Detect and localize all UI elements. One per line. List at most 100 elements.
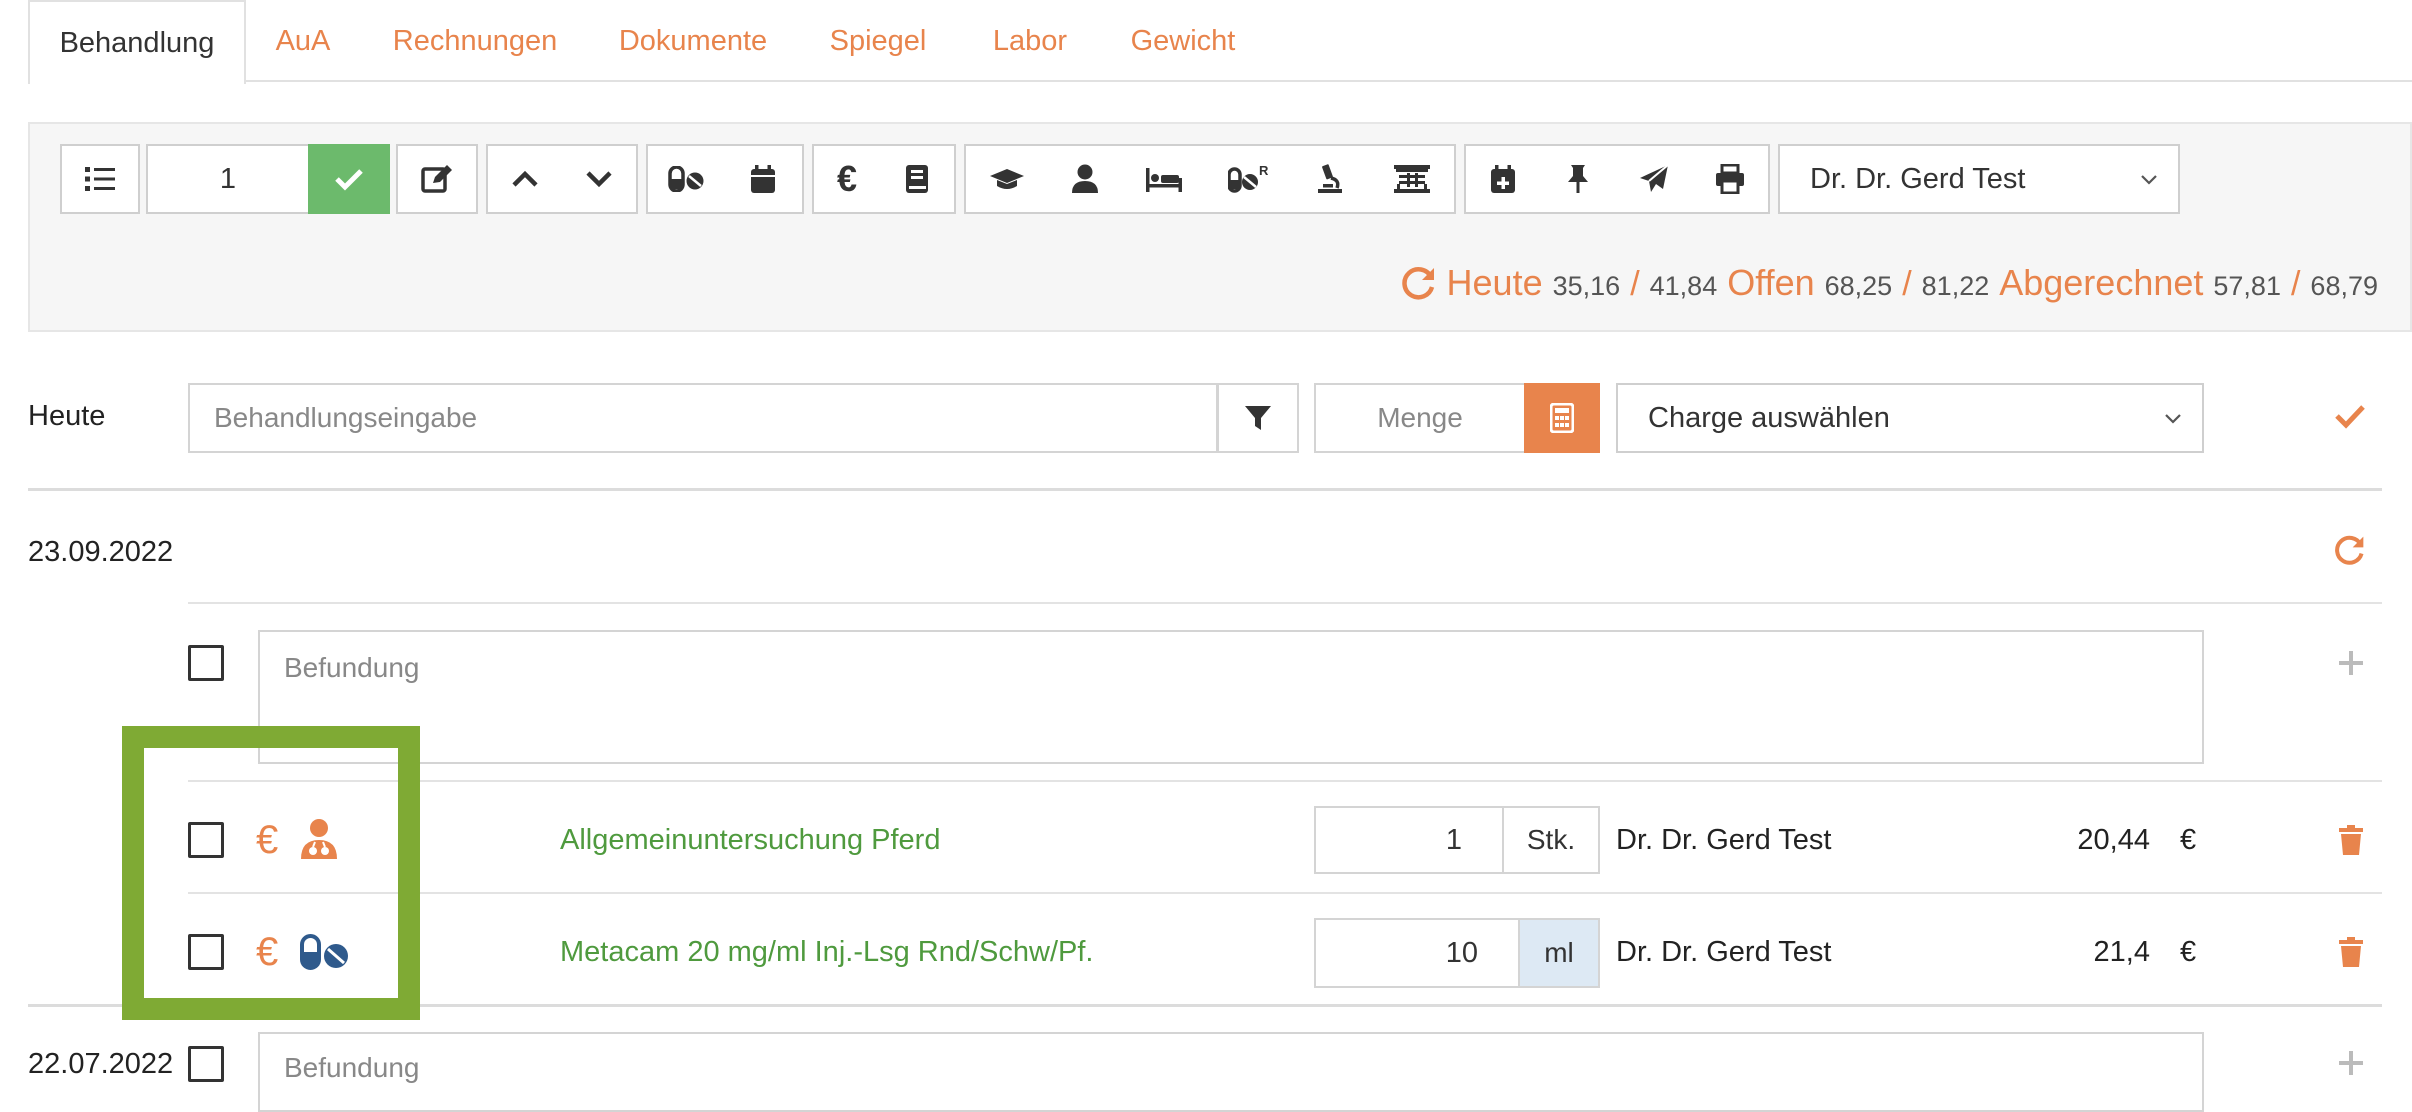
divider bbox=[188, 780, 2382, 782]
print-button[interactable] bbox=[1692, 144, 1770, 214]
move-down-button[interactable] bbox=[562, 144, 638, 214]
check-icon bbox=[2335, 405, 2365, 429]
microscope-icon bbox=[1318, 164, 1342, 193]
divider bbox=[188, 892, 2382, 894]
print-icon bbox=[1716, 164, 1744, 194]
plus-icon bbox=[2339, 651, 2363, 675]
befund-textarea[interactable]: Befundung bbox=[258, 1032, 2204, 1112]
befund-checkbox[interactable] bbox=[188, 645, 224, 681]
abgerechnet-value-net: 57,81 bbox=[2213, 271, 2281, 301]
prescription-pills-icon: R bbox=[1228, 164, 1268, 193]
user-icon bbox=[1072, 164, 1098, 193]
row-quantity-input[interactable]: 1 bbox=[1314, 806, 1504, 874]
refresh-icon[interactable] bbox=[1401, 265, 1437, 301]
row-doctor: Dr. Dr. Gerd Test bbox=[1616, 936, 1832, 968]
tab-rechnungen[interactable]: Rechnungen bbox=[382, 0, 568, 82]
reload-section-button[interactable] bbox=[2334, 534, 2366, 566]
abgerechnet-label: Abgerechnet bbox=[1999, 262, 2204, 303]
offen-value-net: 68,25 bbox=[1824, 271, 1893, 301]
tab-behandlung[interactable]: Behandlung bbox=[28, 0, 246, 84]
prescription-button[interactable]: R bbox=[1206, 144, 1292, 214]
cash-register-button[interactable] bbox=[1370, 144, 1456, 214]
education-button[interactable] bbox=[964, 144, 1050, 214]
lab-button[interactable] bbox=[1290, 144, 1372, 214]
bed-icon bbox=[1146, 168, 1182, 192]
row-doctor: Dr. Dr. Gerd Test bbox=[1616, 824, 1832, 856]
treatment-input[interactable]: Behandlungseingabe bbox=[188, 383, 1218, 453]
charge-select-value: Charge auswählen bbox=[1648, 401, 1890, 434]
submit-entry-button[interactable] bbox=[2334, 403, 2366, 429]
trash-icon bbox=[2339, 937, 2363, 967]
item-name[interactable]: Allgemeinuntersuchung Pferd bbox=[560, 824, 940, 857]
refresh-icon bbox=[2335, 535, 2364, 565]
medication-button[interactable] bbox=[646, 144, 726, 214]
row-unit: Stk. bbox=[1502, 806, 1600, 874]
charge-select[interactable]: Charge auswählen bbox=[1616, 383, 2204, 453]
edit-button[interactable] bbox=[396, 144, 478, 214]
pin-button[interactable] bbox=[1540, 144, 1618, 214]
divider bbox=[188, 602, 2382, 604]
calculator-button[interactable] bbox=[1524, 383, 1600, 453]
offen-value-gross: 81,22 bbox=[1921, 271, 1990, 301]
confirm-button[interactable] bbox=[308, 144, 390, 214]
section-date: 23.09.2022 bbox=[28, 536, 174, 568]
heute-value-gross: 41,84 bbox=[1649, 271, 1718, 301]
calculator-icon bbox=[1550, 403, 1574, 433]
row-quantity-input[interactable]: 10 bbox=[1314, 918, 1520, 988]
check-icon bbox=[335, 169, 363, 191]
filter-icon bbox=[1245, 406, 1271, 430]
row-price: 21,4 bbox=[2093, 936, 2150, 968]
graduation-cap-icon bbox=[990, 169, 1024, 189]
delete-row-button[interactable] bbox=[2338, 824, 2364, 856]
highlight-frame bbox=[122, 726, 420, 1020]
separator: / bbox=[1902, 265, 1912, 303]
client-button[interactable] bbox=[1048, 144, 1124, 214]
plus-icon bbox=[2339, 1051, 2363, 1075]
chevron-down-icon bbox=[586, 171, 612, 188]
heute-label: Heute bbox=[1446, 262, 1543, 303]
pin-icon bbox=[1568, 165, 1588, 193]
delete-row-button[interactable] bbox=[2338, 936, 2364, 968]
entry-date-label: Heute bbox=[28, 400, 106, 432]
trash-icon bbox=[2339, 825, 2363, 855]
row-price: 20,44 bbox=[2077, 824, 2150, 856]
billing-button[interactable]: € bbox=[812, 144, 882, 214]
book-icon bbox=[906, 165, 928, 193]
quantity-field[interactable]: Menge bbox=[1314, 383, 1526, 453]
befund-checkbox[interactable] bbox=[188, 1046, 224, 1082]
tab-aua[interactable]: AuA bbox=[262, 0, 344, 82]
tab-dokumente[interactable]: Dokumente bbox=[606, 0, 780, 82]
edit-icon bbox=[421, 165, 452, 193]
separator: / bbox=[1630, 265, 1640, 303]
separator: / bbox=[2290, 265, 2301, 303]
cash-register-icon bbox=[1394, 165, 1430, 193]
calendar-icon bbox=[751, 165, 775, 193]
inpatient-button[interactable] bbox=[1122, 144, 1208, 214]
move-up-button[interactable] bbox=[486, 144, 564, 214]
row-currency: € bbox=[2180, 936, 2197, 968]
add-befund-button[interactable] bbox=[2338, 1050, 2364, 1076]
tab-spiegel[interactable]: Spiegel bbox=[822, 0, 934, 82]
doctor-select[interactable]: Dr. Dr. Gerd Test bbox=[1778, 144, 2180, 214]
add-befund-button[interactable] bbox=[2338, 650, 2364, 676]
appointment-button[interactable] bbox=[1464, 144, 1542, 214]
item-name[interactable]: Metacam 20 mg/ml Inj.-Lsg Rnd/Schw/Pf. bbox=[560, 936, 1093, 969]
offen-label: Offen bbox=[1727, 262, 1815, 303]
send-icon bbox=[1640, 164, 1669, 192]
befund-textarea[interactable]: Befundung bbox=[258, 630, 2204, 764]
list-icon bbox=[85, 167, 115, 191]
filter-button[interactable] bbox=[1217, 383, 1299, 453]
tab-gewicht[interactable]: Gewicht bbox=[1124, 0, 1242, 82]
tab-labor[interactable]: Labor bbox=[980, 0, 1080, 82]
chevron-down-icon bbox=[2165, 414, 2181, 424]
heute-value-net: 35,16 bbox=[1552, 271, 1621, 301]
list-button[interactable] bbox=[60, 144, 140, 214]
chevron-up-icon bbox=[512, 170, 538, 187]
section-date: 22.07.2022 bbox=[28, 1048, 174, 1080]
calendar-button[interactable] bbox=[724, 144, 804, 214]
send-button[interactable] bbox=[1616, 144, 1694, 214]
quantity-input[interactable]: 1 bbox=[146, 144, 310, 214]
book-button[interactable] bbox=[880, 144, 956, 214]
totals-summary: Heute 35,16 / 41,84 Offen 68,25 / 81,22 … bbox=[1401, 262, 2378, 304]
row-unit: ml bbox=[1518, 918, 1600, 988]
